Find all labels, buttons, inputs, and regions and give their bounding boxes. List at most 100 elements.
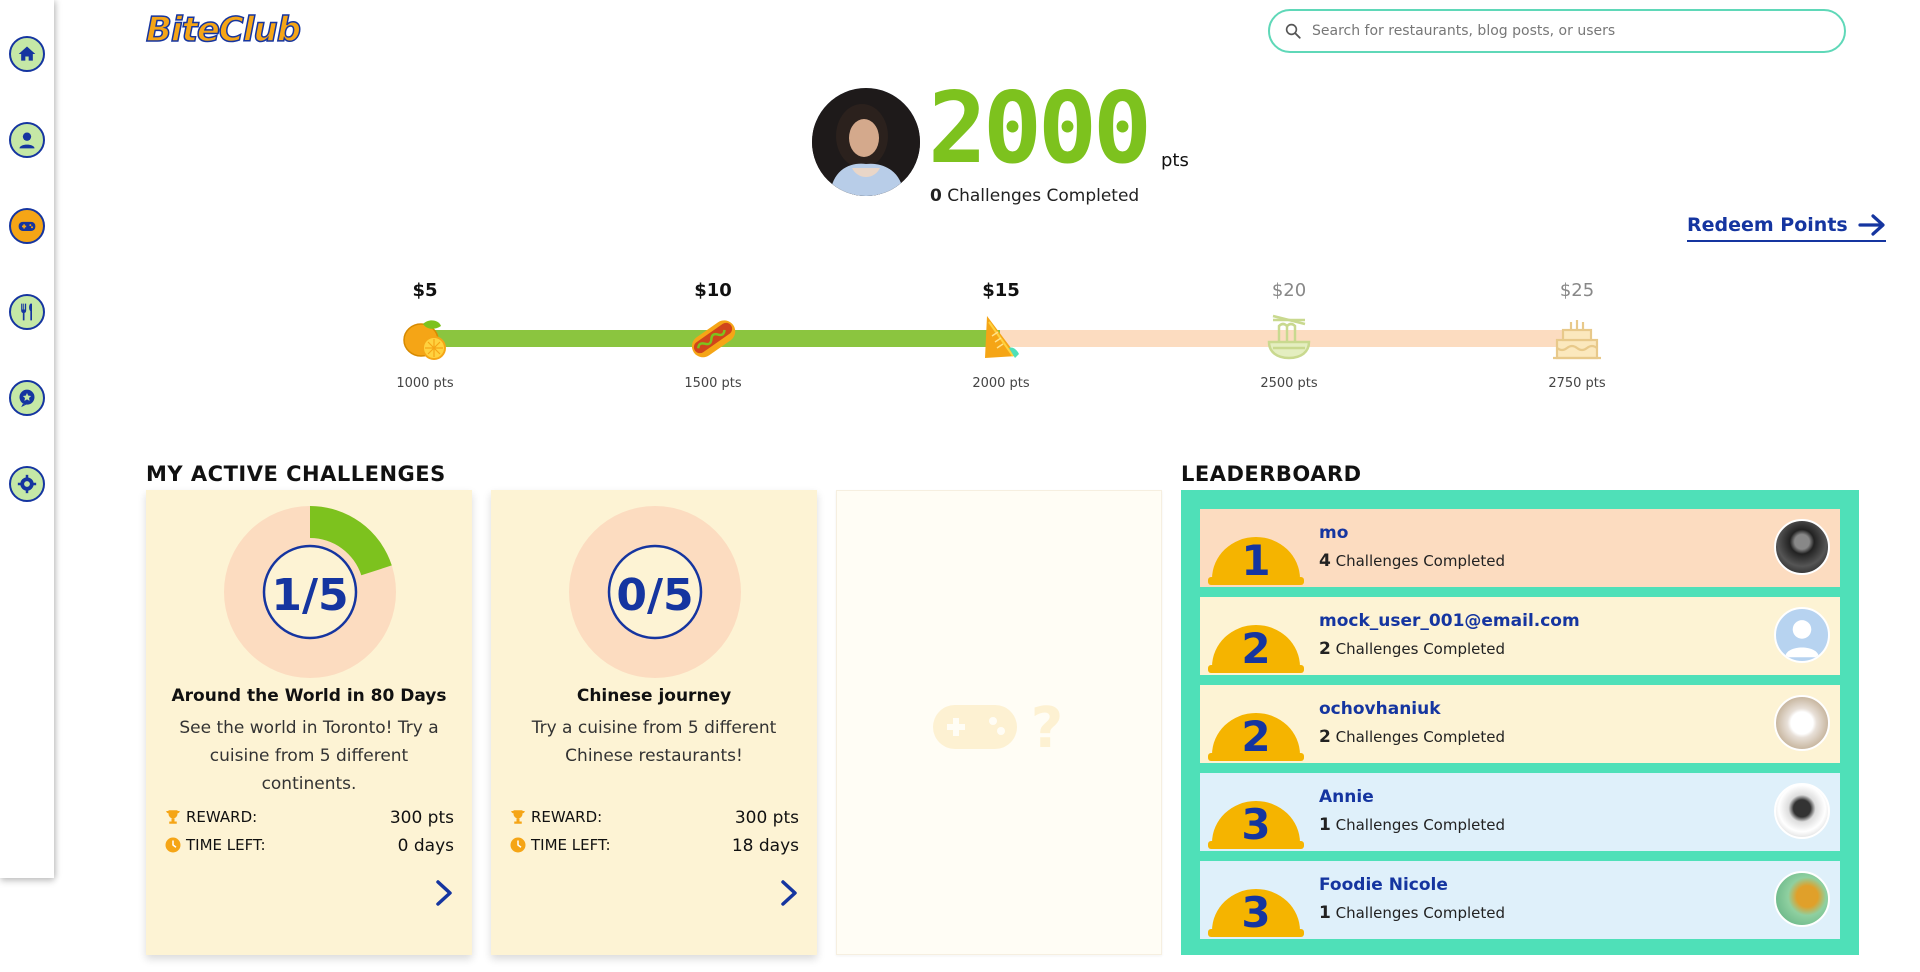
rank-number: 3 <box>1241 888 1270 937</box>
time-left-label: TIME LEFT: <box>531 836 611 854</box>
leaderboard-count: 2 <box>1319 639 1331 659</box>
trophy-icon <box>511 810 525 824</box>
redeem-points-label: Redeem Points <box>1687 214 1848 236</box>
reward-value: 300 <box>389 808 423 828</box>
redeem-points-link[interactable]: Redeem Points <box>1687 214 1886 242</box>
leaderboard-user-name[interactable]: mock_user_001@email.com <box>1319 611 1580 631</box>
points-unit: pts <box>1161 150 1189 171</box>
sidebar <box>0 0 54 878</box>
challenge-name: Chinese journey <box>576 686 732 706</box>
rank-number: 1 <box>1241 536 1270 585</box>
milestone-price: $10 <box>694 280 732 301</box>
search-input[interactable] <box>1310 22 1844 40</box>
challenge-progress-text: 0/5 <box>616 570 693 621</box>
leaderboard-row[interactable]: 3 Foodie Nicole 1 Challenges Completed <box>1200 861 1840 939</box>
leaderboard-count-label: Challenges Completed <box>1335 728 1506 746</box>
user-icon <box>19 132 35 149</box>
fork-knife-icon <box>21 303 32 321</box>
time-left-label: TIME LEFT: <box>186 836 266 854</box>
chevron-right-icon[interactable] <box>777 879 801 907</box>
rank-number: 3 <box>1241 800 1270 849</box>
avatar[interactable] <box>1774 871 1830 927</box>
sidebar-item-challenges[interactable] <box>9 208 45 244</box>
leaderboard-user-name[interactable]: Foodie Nicole <box>1319 875 1448 895</box>
milestone-price: $20 <box>1271 280 1307 301</box>
milestone-points: 2500 pts <box>1260 376 1318 391</box>
leaderboard-count-label: Challenges Completed <box>1335 552 1506 570</box>
arrow-right-icon <box>1858 214 1885 236</box>
leaderboard-row[interactable]: 3 Annie 1 Challenges Completed <box>1200 773 1840 851</box>
svg-text:?: ? <box>1031 696 1063 755</box>
gear-icon <box>17 474 37 494</box>
rank-badge: 2 <box>1208 712 1304 761</box>
leaderboard-challenges: 2 Challenges Completed <box>1319 639 1505 659</box>
challenge-progress-ring: 0/5 <box>569 506 741 678</box>
challenge-progress-ring: 1/5 <box>224 506 396 678</box>
leaderboard-challenges: 1 Challenges Completed <box>1319 903 1505 923</box>
milestone-price: $25 <box>1559 280 1595 301</box>
leaderboard-count: 4 <box>1319 551 1331 571</box>
app-logo[interactable]: BiteClub <box>145 9 302 51</box>
profile-avatar[interactable] <box>812 88 920 196</box>
avatar[interactable] <box>1774 695 1830 751</box>
sidebar-item-profile[interactable] <box>9 122 45 158</box>
leaderboard-title: LEADERBOARD <box>1181 462 1362 486</box>
challenge-description: Try a cuisine from 5 different Chinese r… <box>531 718 777 766</box>
leaderboard-count: 1 <box>1319 903 1331 923</box>
lemon-icon <box>403 320 446 360</box>
rank-badge: 1 <box>1208 536 1304 585</box>
leaderboard-user-name[interactable]: Annie <box>1319 787 1374 807</box>
leaderboard-row[interactable]: 2 mock_user_001@email.com 2 Challenges C… <box>1200 597 1840 675</box>
leaderboard-user-name[interactable]: ochovhaniuk <box>1319 699 1441 719</box>
blog-icon <box>19 389 35 408</box>
empty-challenge-slot[interactable]: ? <box>836 490 1162 955</box>
default-user-icon <box>1785 620 1819 658</box>
leaderboard-user-name[interactable]: mo <box>1319 523 1348 543</box>
leaderboard-count-label: Challenges Completed <box>1335 904 1506 922</box>
leaderboard-count-label: Challenges Completed <box>1335 640 1506 658</box>
challenge-card[interactable]: 1/5 Around the World in 80 Days See the … <box>146 490 472 955</box>
noodles-icon <box>1267 314 1311 360</box>
leaderboard-challenges: 4 Challenges Completed <box>1319 551 1505 571</box>
chevron-right-icon[interactable] <box>432 879 456 907</box>
milestone-points: 2000 pts <box>972 376 1030 391</box>
rank-badge: 2 <box>1208 624 1304 673</box>
leaderboard-count-label: Challenges Completed <box>1335 816 1506 834</box>
leaderboard-row[interactable]: 2 ochovhaniuk 2 Challenges Completed <box>1200 685 1840 763</box>
milestone-points: 1000 pts <box>396 376 454 391</box>
sidebar-item-home[interactable] <box>9 36 45 72</box>
time-left-row: TIME LEFT: 0 days <box>164 836 454 856</box>
gamepad-icon <box>18 221 36 231</box>
avatar[interactable] <box>1774 519 1830 575</box>
reward-unit: pts <box>772 808 799 828</box>
avatar[interactable] <box>1774 607 1830 663</box>
sidebar-item-blog[interactable] <box>9 380 45 416</box>
sidebar-item-restaurants[interactable] <box>9 294 45 330</box>
milestone: $5 1000 pts <box>365 280 485 391</box>
search-bar[interactable] <box>1268 9 1846 53</box>
avatar[interactable] <box>1774 783 1830 839</box>
sidebar-item-settings[interactable] <box>9 466 45 502</box>
leaderboard-challenges: 1 Challenges Completed <box>1319 815 1505 835</box>
profile-photo <box>812 88 920 196</box>
milestone-points: 2750 pts <box>1548 376 1606 391</box>
milestone: $10 1500 pts <box>653 280 773 391</box>
time-left-value: 18 <box>731 836 754 856</box>
challenge-card[interactable]: 0/5 Chinese journey Try a cuisine from 5… <box>491 490 817 955</box>
trophy-icon <box>166 810 180 824</box>
leaderboard-panel: 1 mo 4 Challenges Completed 2 mock_user_… <box>1181 490 1859 955</box>
home-icon <box>18 46 36 61</box>
milestone: $25 2750 pts <box>1517 280 1637 391</box>
leaderboard-challenges: 2 Challenges Completed <box>1319 727 1505 747</box>
challenges-completed-summary: 0 Challenges Completed <box>930 186 1139 206</box>
rank-badge: 3 <box>1208 800 1304 849</box>
clock-icon <box>165 837 181 853</box>
gamepad-question-icon: ? <box>933 696 1063 755</box>
reward-row: REWARD: 300 pts <box>509 808 799 828</box>
time-left-value: 0 <box>397 836 409 856</box>
milestone: $20 2500 pts <box>1229 280 1349 391</box>
rank-number: 2 <box>1241 712 1270 761</box>
leaderboard-row[interactable]: 1 mo 4 Challenges Completed <box>1200 509 1840 587</box>
search-icon <box>1285 23 1301 39</box>
time-left-row: TIME LEFT: 18 days <box>509 836 799 856</box>
